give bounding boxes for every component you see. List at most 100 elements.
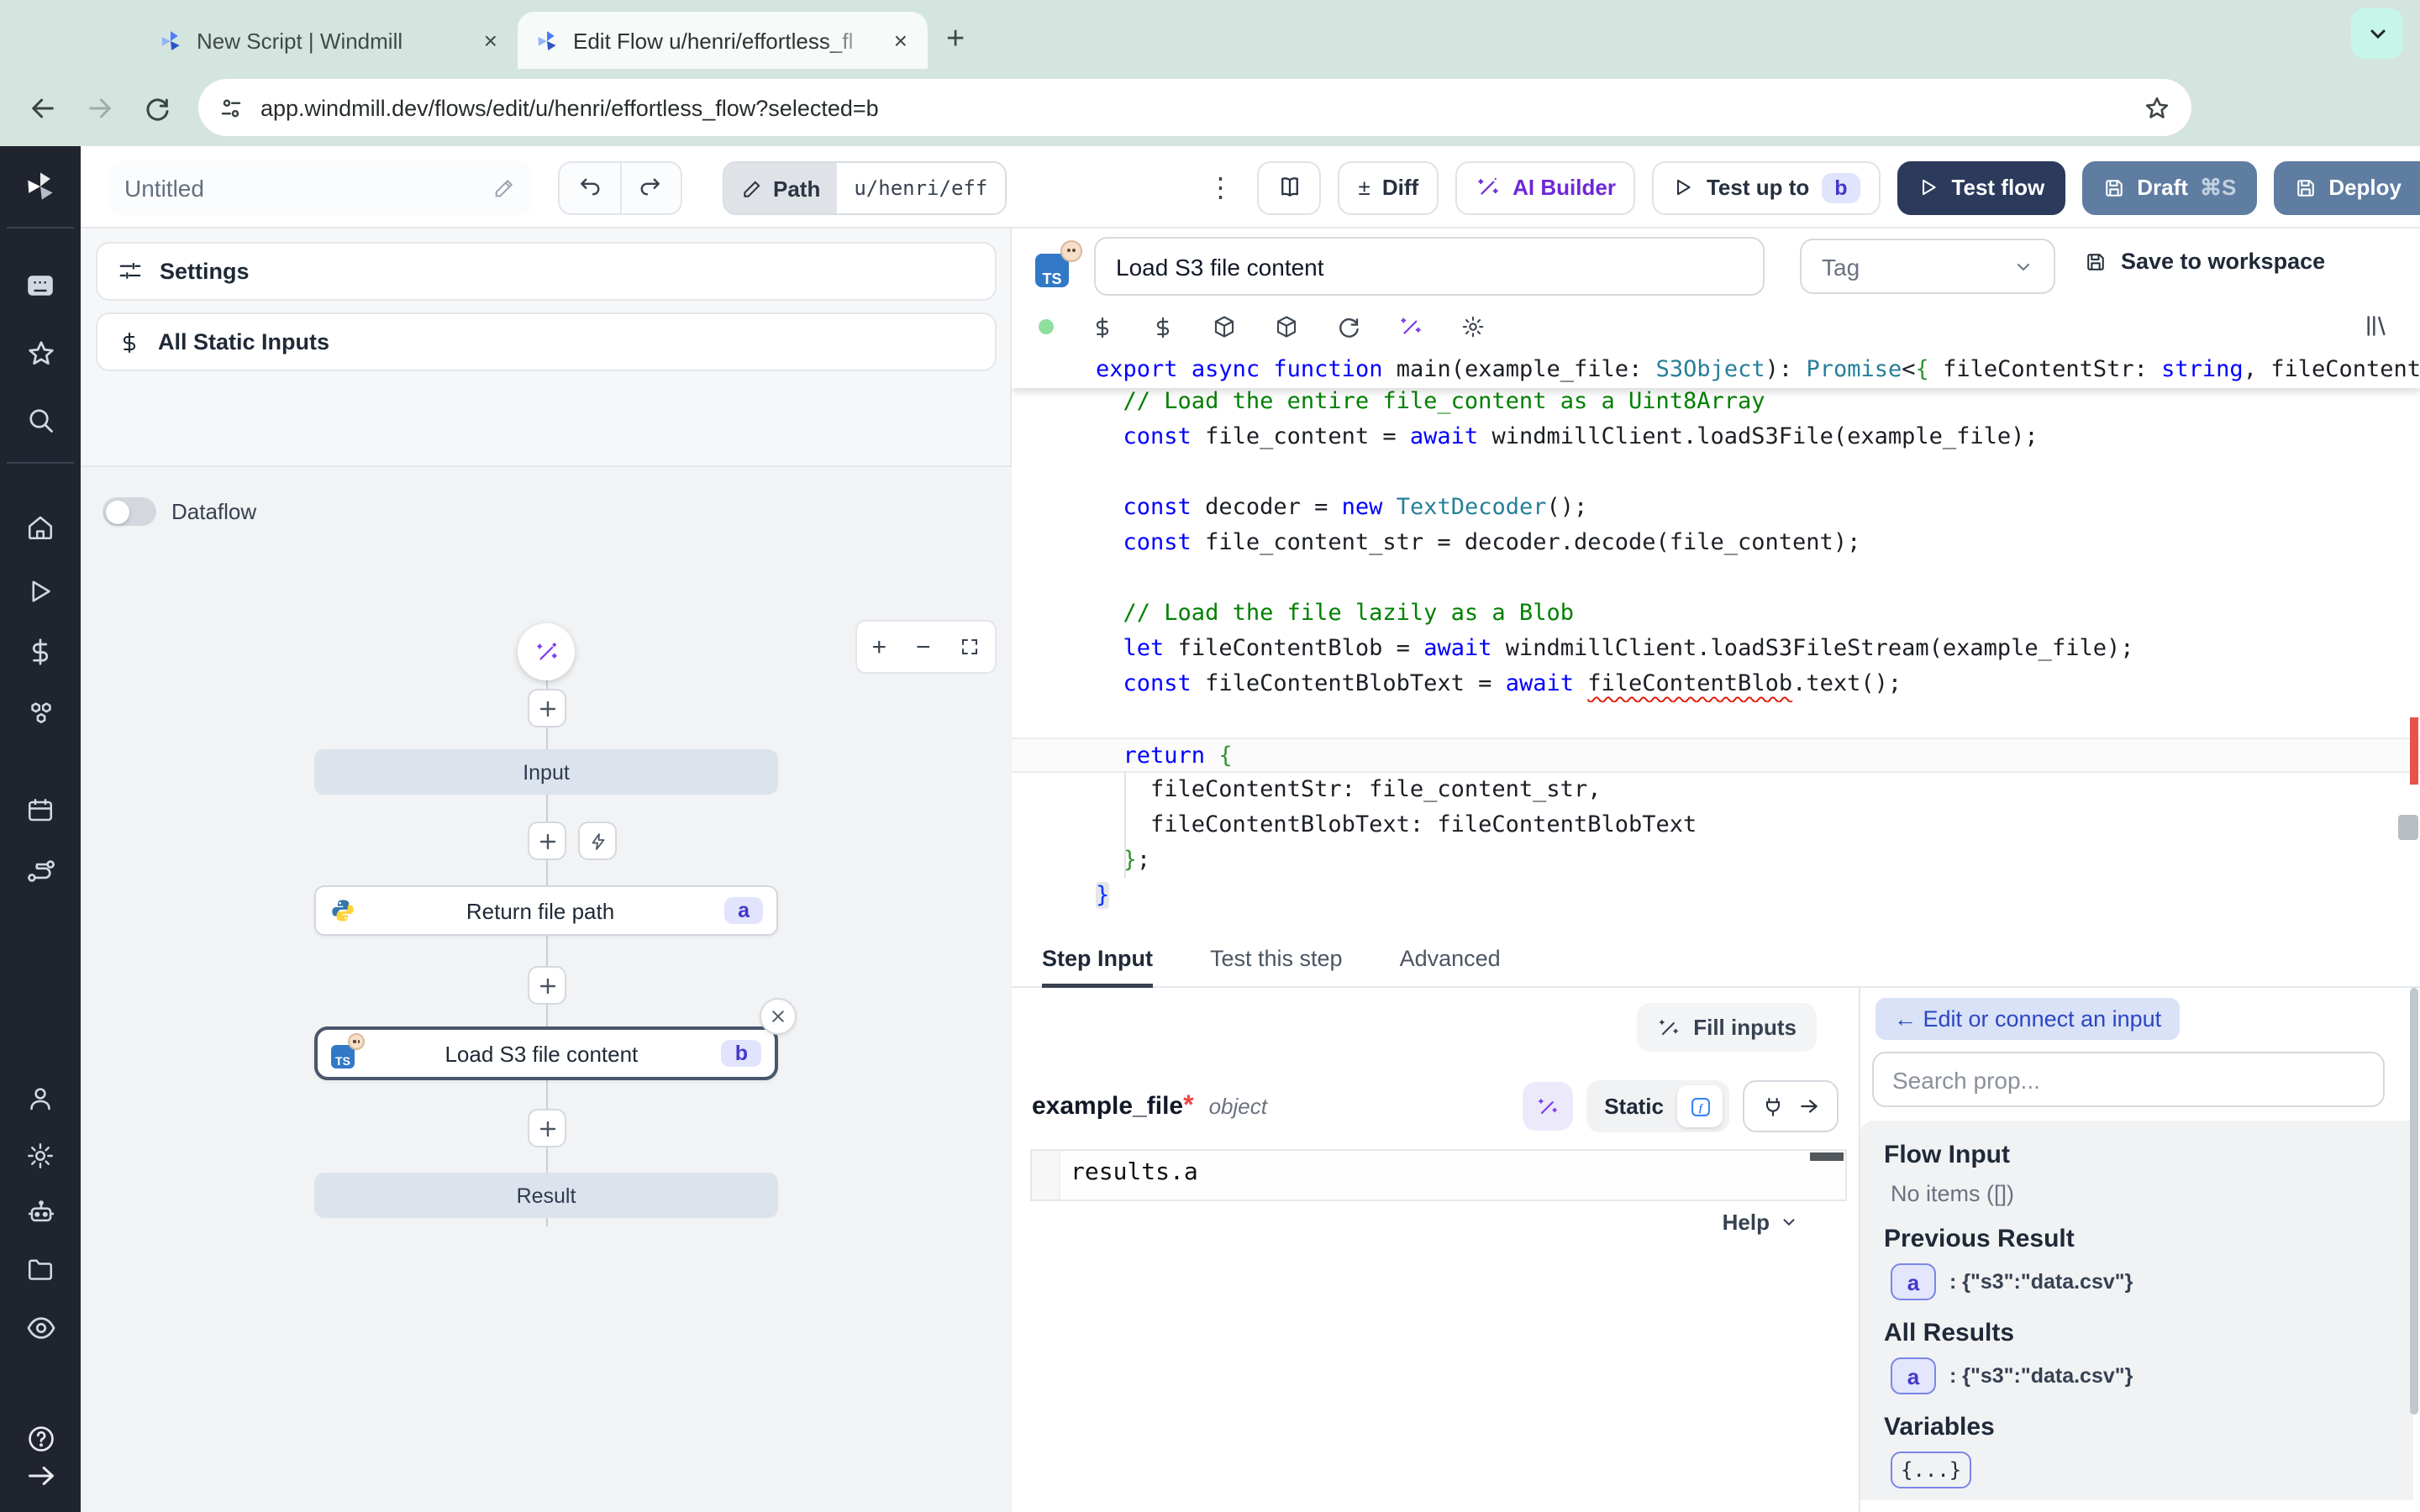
library-icon[interactable] xyxy=(2363,312,2390,339)
test-flow-button[interactable]: Test flow xyxy=(1898,160,2065,214)
sidebar-item-settings[interactable] xyxy=(0,1141,81,1171)
add-step-button[interactable] xyxy=(528,1109,566,1147)
sidebar-item-favorites[interactable] xyxy=(0,338,81,370)
address-bar[interactable]: app.windmill.dev/flows/edit/u/henri/effo… xyxy=(198,79,2191,136)
sidebar-item-variables[interactable] xyxy=(0,637,81,667)
result-key-badge[interactable]: a xyxy=(1891,1263,1936,1300)
code-line[interactable]: const file_content = await windmillClien… xyxy=(1012,420,2420,455)
step-name-input[interactable]: Load S3 file content xyxy=(1094,237,1765,296)
forward-button[interactable] xyxy=(71,93,128,122)
bookmark-star-icon[interactable] xyxy=(2143,93,2171,122)
redo-button[interactable] xyxy=(621,163,681,213)
zoom-out-button[interactable]: − xyxy=(916,633,931,661)
reload-button[interactable] xyxy=(128,93,185,122)
fill-inputs-button[interactable]: Fill inputs xyxy=(1636,1003,1817,1052)
code-line[interactable]: fileContentStr: file_content_str, xyxy=(1012,773,2420,808)
code-line[interactable] xyxy=(1012,561,2420,596)
sidebar-item-search[interactable] xyxy=(0,405,81,435)
dollar-icon[interactable] xyxy=(1151,315,1175,339)
test-up-to-button[interactable]: Test up to b xyxy=(1653,160,1881,214)
connect-input-button[interactable] xyxy=(1743,1080,1839,1132)
tab-advanced[interactable]: Advanced xyxy=(1400,930,1501,987)
tab-close-icon[interactable]: × xyxy=(481,27,501,54)
gear-icon[interactable] xyxy=(1460,314,1486,339)
code-line[interactable]: const file_content_str = decoder.decode(… xyxy=(1012,526,2420,561)
sidebar-item-resources[interactable] xyxy=(0,697,81,729)
edit-or-connect-button[interactable]: ← Edit or connect an input xyxy=(1876,998,2180,1040)
refresh-icon[interactable] xyxy=(1336,314,1361,339)
ai-fill-button[interactable] xyxy=(1522,1082,1572,1131)
path-value[interactable]: u/henri/eff xyxy=(837,163,1004,213)
package-icon[interactable] xyxy=(1274,314,1299,339)
ai-builder-button[interactable]: AI Builder xyxy=(1455,160,1636,214)
browser-tab-edit-flow[interactable]: Edit Flow u/henri/effortless_fl × xyxy=(518,12,928,69)
dataflow-toggle[interactable] xyxy=(103,497,156,526)
code-line[interactable]: let fileContentBlob = await windmillClie… xyxy=(1012,632,2420,667)
flow-node-step-b-selected[interactable]: TS Load S3 file content b xyxy=(314,1026,778,1080)
expression-editor[interactable]: results.a xyxy=(1030,1149,1847,1201)
sidebar-item-workspace[interactable] xyxy=(0,270,81,301)
tab-test-this-step[interactable]: Test this step xyxy=(1210,930,1343,987)
all-results-row[interactable]: a : {"s3":"data.csv"} xyxy=(1891,1357,2413,1394)
panel-scrollbar[interactable] xyxy=(2410,988,2418,1415)
editor-scrollbar-thumb[interactable] xyxy=(2398,815,2418,840)
sidebar-item-routes[interactable] xyxy=(0,855,81,887)
more-menu-icon[interactable]: ⋮ xyxy=(1201,171,1241,204)
sidebar-item-help[interactable] xyxy=(0,1423,81,1455)
flow-settings-button[interactable]: Settings xyxy=(96,242,997,301)
deselect-step-button[interactable] xyxy=(760,998,797,1035)
sidebar-item-workers[interactable] xyxy=(0,1198,81,1230)
sidebar-item-home[interactable] xyxy=(0,512,81,543)
code-line[interactable]: return { xyxy=(1012,738,2420,773)
variables-row[interactable]: {...} xyxy=(1891,1452,2413,1488)
expression-value[interactable]: results.a xyxy=(1071,1159,1198,1186)
code-line[interactable] xyxy=(1012,455,2420,491)
diff-button[interactable]: ± Diff xyxy=(1339,160,1439,214)
path-button[interactable]: Path u/henri/eff xyxy=(723,161,1006,215)
javascript-mode-button[interactable]: f xyxy=(1677,1085,1723,1127)
code-line[interactable]: // Load the file lazily as a Blob xyxy=(1012,596,2420,632)
search-prop-input[interactable]: Search prop... xyxy=(1872,1052,2385,1107)
code-line[interactable]: }; xyxy=(1012,843,2420,879)
code-line[interactable]: } xyxy=(1012,879,2420,914)
ai-flow-button[interactable] xyxy=(518,623,575,680)
sidebar-item-audit[interactable] xyxy=(0,1312,81,1344)
tab-search-button[interactable] xyxy=(2351,8,2403,59)
sidebar-item-schedules[interactable] xyxy=(0,795,81,825)
code-line[interactable]: fileContentBlobText: fileContentBlobText xyxy=(1012,808,2420,843)
undo-button[interactable] xyxy=(560,163,621,213)
add-trigger-button[interactable] xyxy=(578,822,617,860)
code-line[interactable]: const decoder = new TextDecoder(); xyxy=(1012,491,2420,526)
dollar-icon[interactable] xyxy=(1091,315,1114,339)
package-icon[interactable] xyxy=(1212,314,1237,339)
static-mode-toggle[interactable]: Static f xyxy=(1586,1080,1729,1132)
tag-select[interactable]: Tag xyxy=(1800,239,2055,294)
flow-node-step-a[interactable]: Return file path a xyxy=(314,885,778,936)
new-tab-button[interactable]: + xyxy=(946,18,965,62)
magic-wand-icon[interactable] xyxy=(1398,314,1423,339)
flow-node-result[interactable]: Result xyxy=(314,1173,778,1218)
site-settings-icon[interactable] xyxy=(218,95,244,120)
code-line[interactable] xyxy=(1012,702,2420,738)
previous-result-row[interactable]: a : {"s3":"data.csv"} xyxy=(1891,1263,2413,1300)
zoom-in-button[interactable]: + xyxy=(871,633,886,661)
code-line[interactable]: // Load the entire file_content as a Uin… xyxy=(1012,385,2420,420)
flow-node-input[interactable]: Input xyxy=(314,749,778,795)
sidebar-collapse-icon[interactable] xyxy=(0,1460,81,1492)
fullscreen-icon[interactable] xyxy=(960,637,980,657)
sidebar-item-folders[interactable] xyxy=(0,1255,81,1285)
result-key-badge[interactable]: a xyxy=(1891,1357,1936,1394)
back-button[interactable] xyxy=(13,93,71,122)
windmill-logo[interactable] xyxy=(0,168,81,205)
deploy-button[interactable]: Deploy xyxy=(2273,160,2420,214)
save-to-workspace-button[interactable]: Save to workspace xyxy=(2084,249,2325,274)
flow-title-input[interactable]: Untitled xyxy=(108,161,533,215)
help-toggle[interactable]: Help xyxy=(1723,1210,1798,1235)
code-editor[interactable]: // Load the entire file_content as a Uin… xyxy=(1012,351,2420,931)
browser-tab-new-script[interactable]: New Script | Windmill × xyxy=(141,12,518,69)
sidebar-item-users[interactable] xyxy=(0,1084,81,1114)
docs-button[interactable] xyxy=(1258,160,1322,214)
all-static-inputs-button[interactable]: All Static Inputs xyxy=(96,312,997,371)
add-step-button[interactable] xyxy=(528,966,566,1005)
sidebar-item-runs[interactable] xyxy=(0,576,81,606)
